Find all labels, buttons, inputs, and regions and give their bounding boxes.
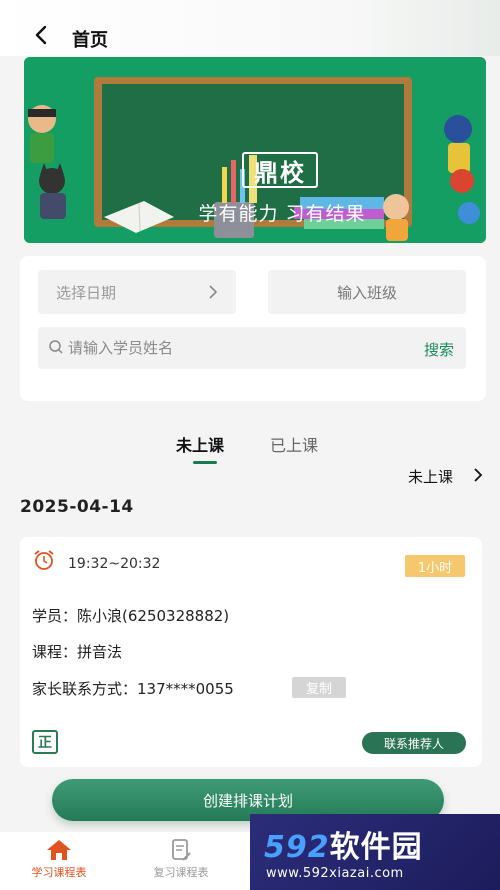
nav-item-review-schedule[interactable]: 复习课程表 [126,838,236,880]
tab-attended[interactable]: 已上课 [270,432,318,456]
edit-document-icon [172,839,191,861]
class-input[interactable]: 输入班级 [268,270,466,314]
lesson-time: 19:32~20:32 [68,556,161,572]
student-info: 学员：陈小浪(6250328882) [32,607,230,625]
student-search-field[interactable]: 请输入学员姓名 搜索 [38,327,466,369]
status-tag: 正 [32,730,58,754]
nav-label: 学习课程表 [31,866,87,879]
promo-banner[interactable]: 鼎校 学有能力 习有结果 [24,57,486,243]
date-picker-placeholder: 选择日期 [56,283,117,302]
alarm-clock-icon [34,550,54,570]
tab-active-indicator [193,461,217,464]
student-name-input[interactable]: 请输入学员姓名 [68,337,173,358]
banner-slogan: 学有能力 习有结果 [198,203,366,225]
home-icon [47,840,71,860]
contact-referrer-button[interactable]: 联系推荐人 [362,732,466,754]
watermark-number: 592 [264,830,330,865]
lesson-date-heading: 2025-04-14 [20,497,134,517]
chevron-right-icon [209,285,218,299]
search-button[interactable]: 搜索 [424,339,454,360]
nav-item-study-schedule[interactable]: 学习课程表 [4,838,114,880]
parent-contact-info: 家长联系方式：137****0055 [32,680,234,698]
nav-label: 复习课程表 [153,866,209,879]
duration-badge: 1小时 [405,555,465,577]
status-filter-dropdown[interactable]: 未上课 [408,466,453,487]
date-picker[interactable]: 选择日期 [38,270,236,314]
site-watermark: 592软件园 www.592xiazai.com [250,814,500,890]
page-title: 首页 [72,30,108,51]
class-input-placeholder: 输入班级 [336,283,397,302]
back-arrow-icon[interactable] [30,24,52,46]
course-info: 课程：拼音法 [32,643,123,661]
banner-logo: 鼎校 [242,152,318,188]
watermark-url: www.592xiazai.com [266,866,404,881]
copy-button[interactable]: 复制 [292,677,346,698]
watermark-name: 软件园 [329,830,423,865]
search-icon [49,340,63,354]
watermark-logo: 592软件园 [264,822,423,866]
top-bar: 首页 [0,0,500,56]
chevron-right-icon[interactable] [472,467,484,483]
tab-not-attended[interactable]: 未上课 [176,432,224,456]
